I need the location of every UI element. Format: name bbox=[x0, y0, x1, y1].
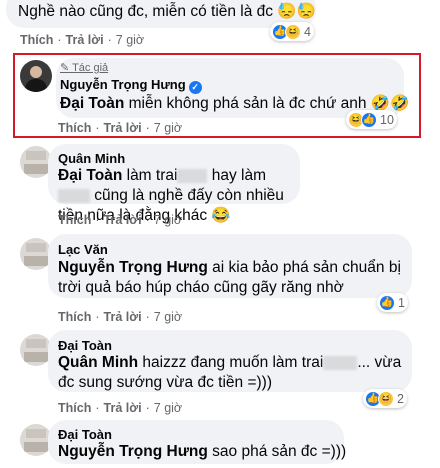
comment-actions: Thích · Trả lời · 7 giờ bbox=[58, 213, 183, 227]
comment-actions: Thích · Trả lời · 7 giờ bbox=[58, 401, 183, 415]
mention-tag[interactable]: Nguyễn Trọng Hưng bbox=[58, 443, 208, 460]
mention-tag[interactable]: Quân Minh bbox=[58, 354, 138, 371]
blurred-text bbox=[58, 188, 90, 203]
timestamp: 7 giờ bbox=[153, 401, 183, 415]
reply-link[interactable]: Trả lời bbox=[104, 401, 142, 415]
comment-bubble: Quân Minh Đại Toàn làm trai hay làm cũng… bbox=[48, 144, 300, 224]
like-link[interactable]: Thích bbox=[58, 310, 91, 324]
haha-reaction-icon: 😆 bbox=[378, 390, 394, 407]
reply-link[interactable]: Trả lời bbox=[104, 213, 142, 227]
timestamp: 7 giờ bbox=[153, 310, 183, 324]
haha-reaction-icon: 😆 bbox=[285, 23, 301, 40]
author-badge: ✎ Tác giả bbox=[60, 62, 109, 74]
commenter-name[interactable]: Đại Toàn bbox=[58, 337, 112, 354]
like-reaction-icon: 👍 bbox=[379, 294, 395, 311]
reaction-count: 2 bbox=[397, 391, 404, 406]
comment-text: sao phá sản đc =))) bbox=[207, 443, 347, 460]
commenter-name[interactable]: Lạc Văn bbox=[58, 241, 108, 258]
verified-icon: ✓ bbox=[188, 81, 202, 94]
reaction-count: 1 bbox=[398, 295, 405, 310]
commenter-name[interactable]: Nguyễn Trọng Hưng bbox=[60, 77, 186, 92]
mention-tag[interactable]: Đại Toàn bbox=[58, 167, 122, 184]
like-link[interactable]: Thích bbox=[58, 121, 91, 135]
comment-actions-top: Thích · Trả lời · 7 giờ bbox=[20, 33, 145, 47]
mention-tag[interactable]: Nguyễn Trọng Hưng bbox=[58, 259, 208, 276]
comment-text: Nghề nào cũng đc, miễn có tiền là đc bbox=[18, 3, 274, 20]
comment-bubble: Lạc Văn Nguyễn Trọng Hưng ai kia bảo phá… bbox=[48, 234, 412, 298]
pencil-icon: ✎ bbox=[60, 62, 70, 74]
commenter-name[interactable]: Đại Toàn bbox=[58, 426, 112, 443]
comment-bubble-author: ✎ Tác giả Nguyễn Trọng Hưng ✓ Đại Toàn mi… bbox=[56, 58, 409, 118]
comment-bubble: Đại Toàn Nguyễn Trọng Hưng sao phá sản đ… bbox=[48, 420, 347, 464]
like-link[interactable]: Thích bbox=[58, 401, 91, 415]
reply-link[interactable]: Trả lời bbox=[104, 310, 142, 324]
commenter-name[interactable]: Quân Minh bbox=[58, 150, 125, 167]
reaction-summary[interactable]: 👍 😆 2 bbox=[363, 389, 407, 408]
comment-bubble: Đại Toàn Quân Minh haizzz đang muốn làm … bbox=[48, 330, 412, 392]
blurred-text bbox=[323, 355, 358, 370]
like-link[interactable]: Thích bbox=[58, 213, 91, 227]
reaction-count: 4 bbox=[304, 24, 311, 39]
timestamp: 7 giờ bbox=[115, 33, 145, 47]
comment-bubble-top: Nghề nào cũng đc, miễn có tiền là đc 😓😓 bbox=[6, 0, 316, 28]
comment-actions: Thích · Trả lời · 7 giờ bbox=[58, 121, 183, 135]
reply-link[interactable]: Trả lời bbox=[66, 33, 104, 47]
blurred-text bbox=[177, 168, 208, 183]
reaction-count: 10 bbox=[380, 112, 394, 127]
comment-actions: Thích · Trả lời · 7 giờ bbox=[58, 310, 183, 324]
reaction-summary-top[interactable]: 👍 😆 4 bbox=[270, 22, 314, 41]
timestamp: 7 giờ bbox=[153, 121, 183, 135]
like-reaction-icon: 👍 bbox=[361, 111, 377, 128]
mention-tag[interactable]: Đại Toàn bbox=[60, 95, 124, 112]
like-link[interactable]: Thích bbox=[20, 33, 53, 47]
reaction-summary[interactable]: 😆 👍 10 bbox=[346, 110, 397, 129]
comment-emoji: 😓😓 bbox=[277, 3, 316, 20]
reaction-summary[interactable]: 👍 1 bbox=[377, 293, 408, 312]
reply-link[interactable]: Trả lời bbox=[104, 121, 142, 135]
avatar[interactable] bbox=[20, 60, 52, 92]
timestamp: 7 giờ bbox=[153, 213, 183, 227]
